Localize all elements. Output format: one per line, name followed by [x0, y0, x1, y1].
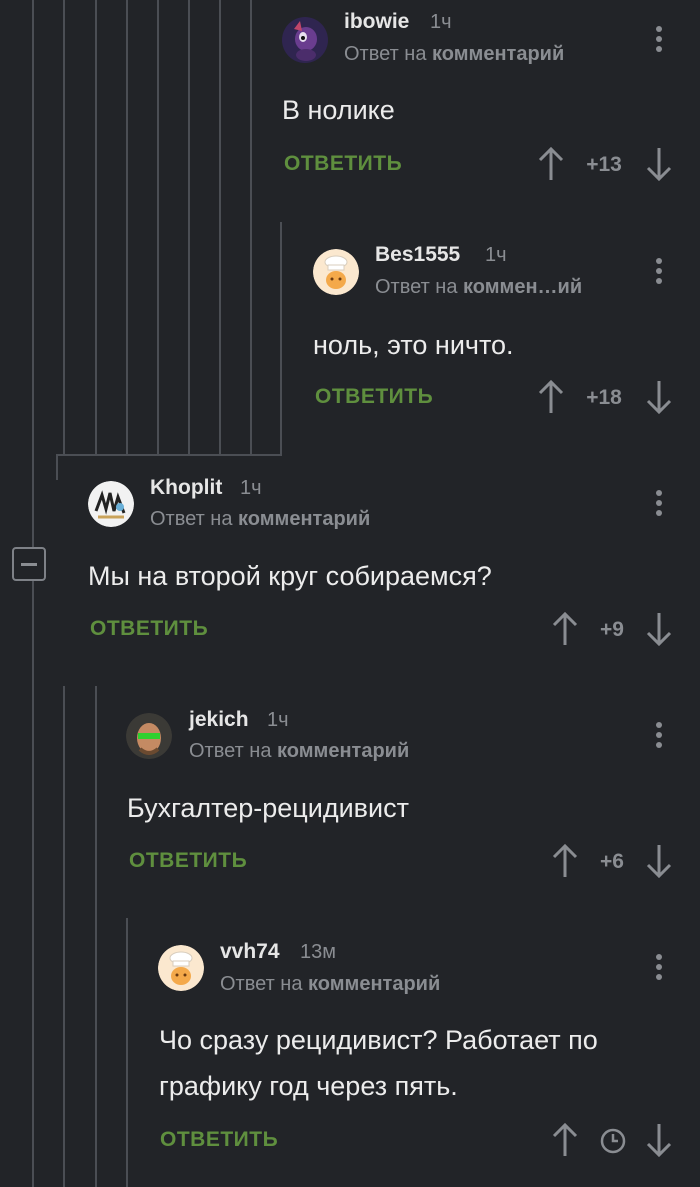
thread-line: [56, 454, 58, 480]
thread-line: [219, 0, 221, 455]
comment-text-line: Чо сразу рецидивист? Работает по: [159, 1025, 598, 1055]
reply-button[interactable]: ОТВЕТИТЬ: [129, 849, 247, 873]
comment-author[interactable]: Khoplit: [150, 476, 222, 500]
comment-time: 1ч: [430, 11, 452, 33]
thread-line: [63, 686, 65, 1187]
collapse-thread-button[interactable]: [12, 547, 46, 581]
thread-line: [95, 0, 97, 455]
reply-prefix: Ответ на: [375, 276, 458, 298]
upvote-arrow-icon[interactable]: [552, 844, 578, 878]
thread-line: [126, 918, 128, 1187]
comment-rating: +13: [586, 153, 622, 176]
downvote-arrow-icon[interactable]: [646, 147, 672, 181]
avatar[interactable]: [313, 249, 359, 295]
reply-prefix: Ответ на: [220, 973, 303, 995]
reply-target: комментарий: [432, 43, 565, 65]
comment-time: 1ч: [267, 709, 289, 731]
reply-target: комментарий: [277, 740, 410, 762]
reply-target: комментарий: [238, 508, 371, 530]
thread-line: [188, 0, 190, 455]
more-menu-icon[interactable]: [655, 490, 663, 520]
downvote-arrow-icon[interactable]: [646, 612, 672, 646]
reply-button[interactable]: ОТВЕТИТЬ: [160, 1128, 278, 1152]
more-menu-icon[interactable]: [655, 954, 663, 984]
reply-to-label[interactable]: Ответ на коммен…ий: [375, 276, 582, 299]
reply-to-label[interactable]: Ответ на комментарий: [150, 508, 370, 531]
downvote-arrow-icon[interactable]: [646, 1123, 672, 1157]
reply-to-label[interactable]: Ответ на комментарий: [220, 973, 440, 996]
comment-rating: +9: [600, 618, 624, 641]
comment-author[interactable]: vvh74: [220, 940, 280, 964]
comment-text: ноль, это ничто.: [313, 330, 514, 360]
thread-line: [95, 686, 97, 1187]
comment-time: 13м: [300, 941, 336, 963]
comment-time: 1ч: [240, 477, 262, 499]
upvote-arrow-icon[interactable]: [552, 1123, 578, 1157]
downvote-arrow-icon[interactable]: [646, 844, 672, 878]
reply-button[interactable]: ОТВЕТИТЬ: [315, 385, 433, 409]
upvote-arrow-icon[interactable]: [538, 147, 564, 181]
more-menu-icon[interactable]: [655, 722, 663, 752]
reply-prefix: Ответ на: [150, 508, 233, 530]
avatar[interactable]: [282, 17, 328, 63]
comment-author[interactable]: jekich: [189, 708, 249, 732]
more-menu-icon[interactable]: [655, 258, 663, 288]
reply-to-label[interactable]: Ответ на комментарий: [344, 43, 564, 66]
reply-prefix: Ответ на: [189, 740, 272, 762]
thread-line: [126, 0, 128, 455]
thread-line: [63, 0, 65, 455]
thread-line: [250, 0, 252, 455]
comment-text: Бухгалтер-рецидивист: [127, 793, 409, 823]
reply-target: коммен…ий: [463, 276, 583, 298]
comment-time: 1ч: [485, 244, 507, 266]
thread-line: [280, 222, 282, 455]
comment-text: Мы на второй круг собираемся?: [88, 561, 492, 591]
reply-button[interactable]: ОТВЕТИТЬ: [284, 152, 402, 176]
avatar[interactable]: [88, 481, 134, 527]
upvote-arrow-icon[interactable]: [552, 612, 578, 646]
thread-line: [56, 454, 282, 456]
minus-icon: [21, 563, 37, 566]
reply-target: комментарий: [308, 973, 441, 995]
thread-line: [157, 0, 159, 455]
reply-prefix: Ответ на: [344, 43, 427, 65]
comment-text: В нолике: [282, 95, 395, 125]
comment-author[interactable]: ibowie: [344, 10, 409, 34]
thread-line: [32, 0, 34, 1187]
reply-to-label[interactable]: Ответ на комментарий: [189, 740, 409, 763]
clock-icon: [599, 1127, 627, 1155]
reply-button[interactable]: ОТВЕТИТЬ: [90, 617, 208, 641]
comment-rating: +6: [600, 850, 624, 873]
avatar[interactable]: [126, 713, 172, 759]
upvote-arrow-icon[interactable]: [538, 380, 564, 414]
avatar[interactable]: [158, 945, 204, 991]
more-menu-icon[interactable]: [655, 26, 663, 56]
comment-author[interactable]: Bes1555: [375, 243, 460, 267]
downvote-arrow-icon[interactable]: [646, 380, 672, 414]
comment-text-line: графику год через пять.: [159, 1071, 458, 1101]
comment-rating: +18: [586, 386, 622, 409]
